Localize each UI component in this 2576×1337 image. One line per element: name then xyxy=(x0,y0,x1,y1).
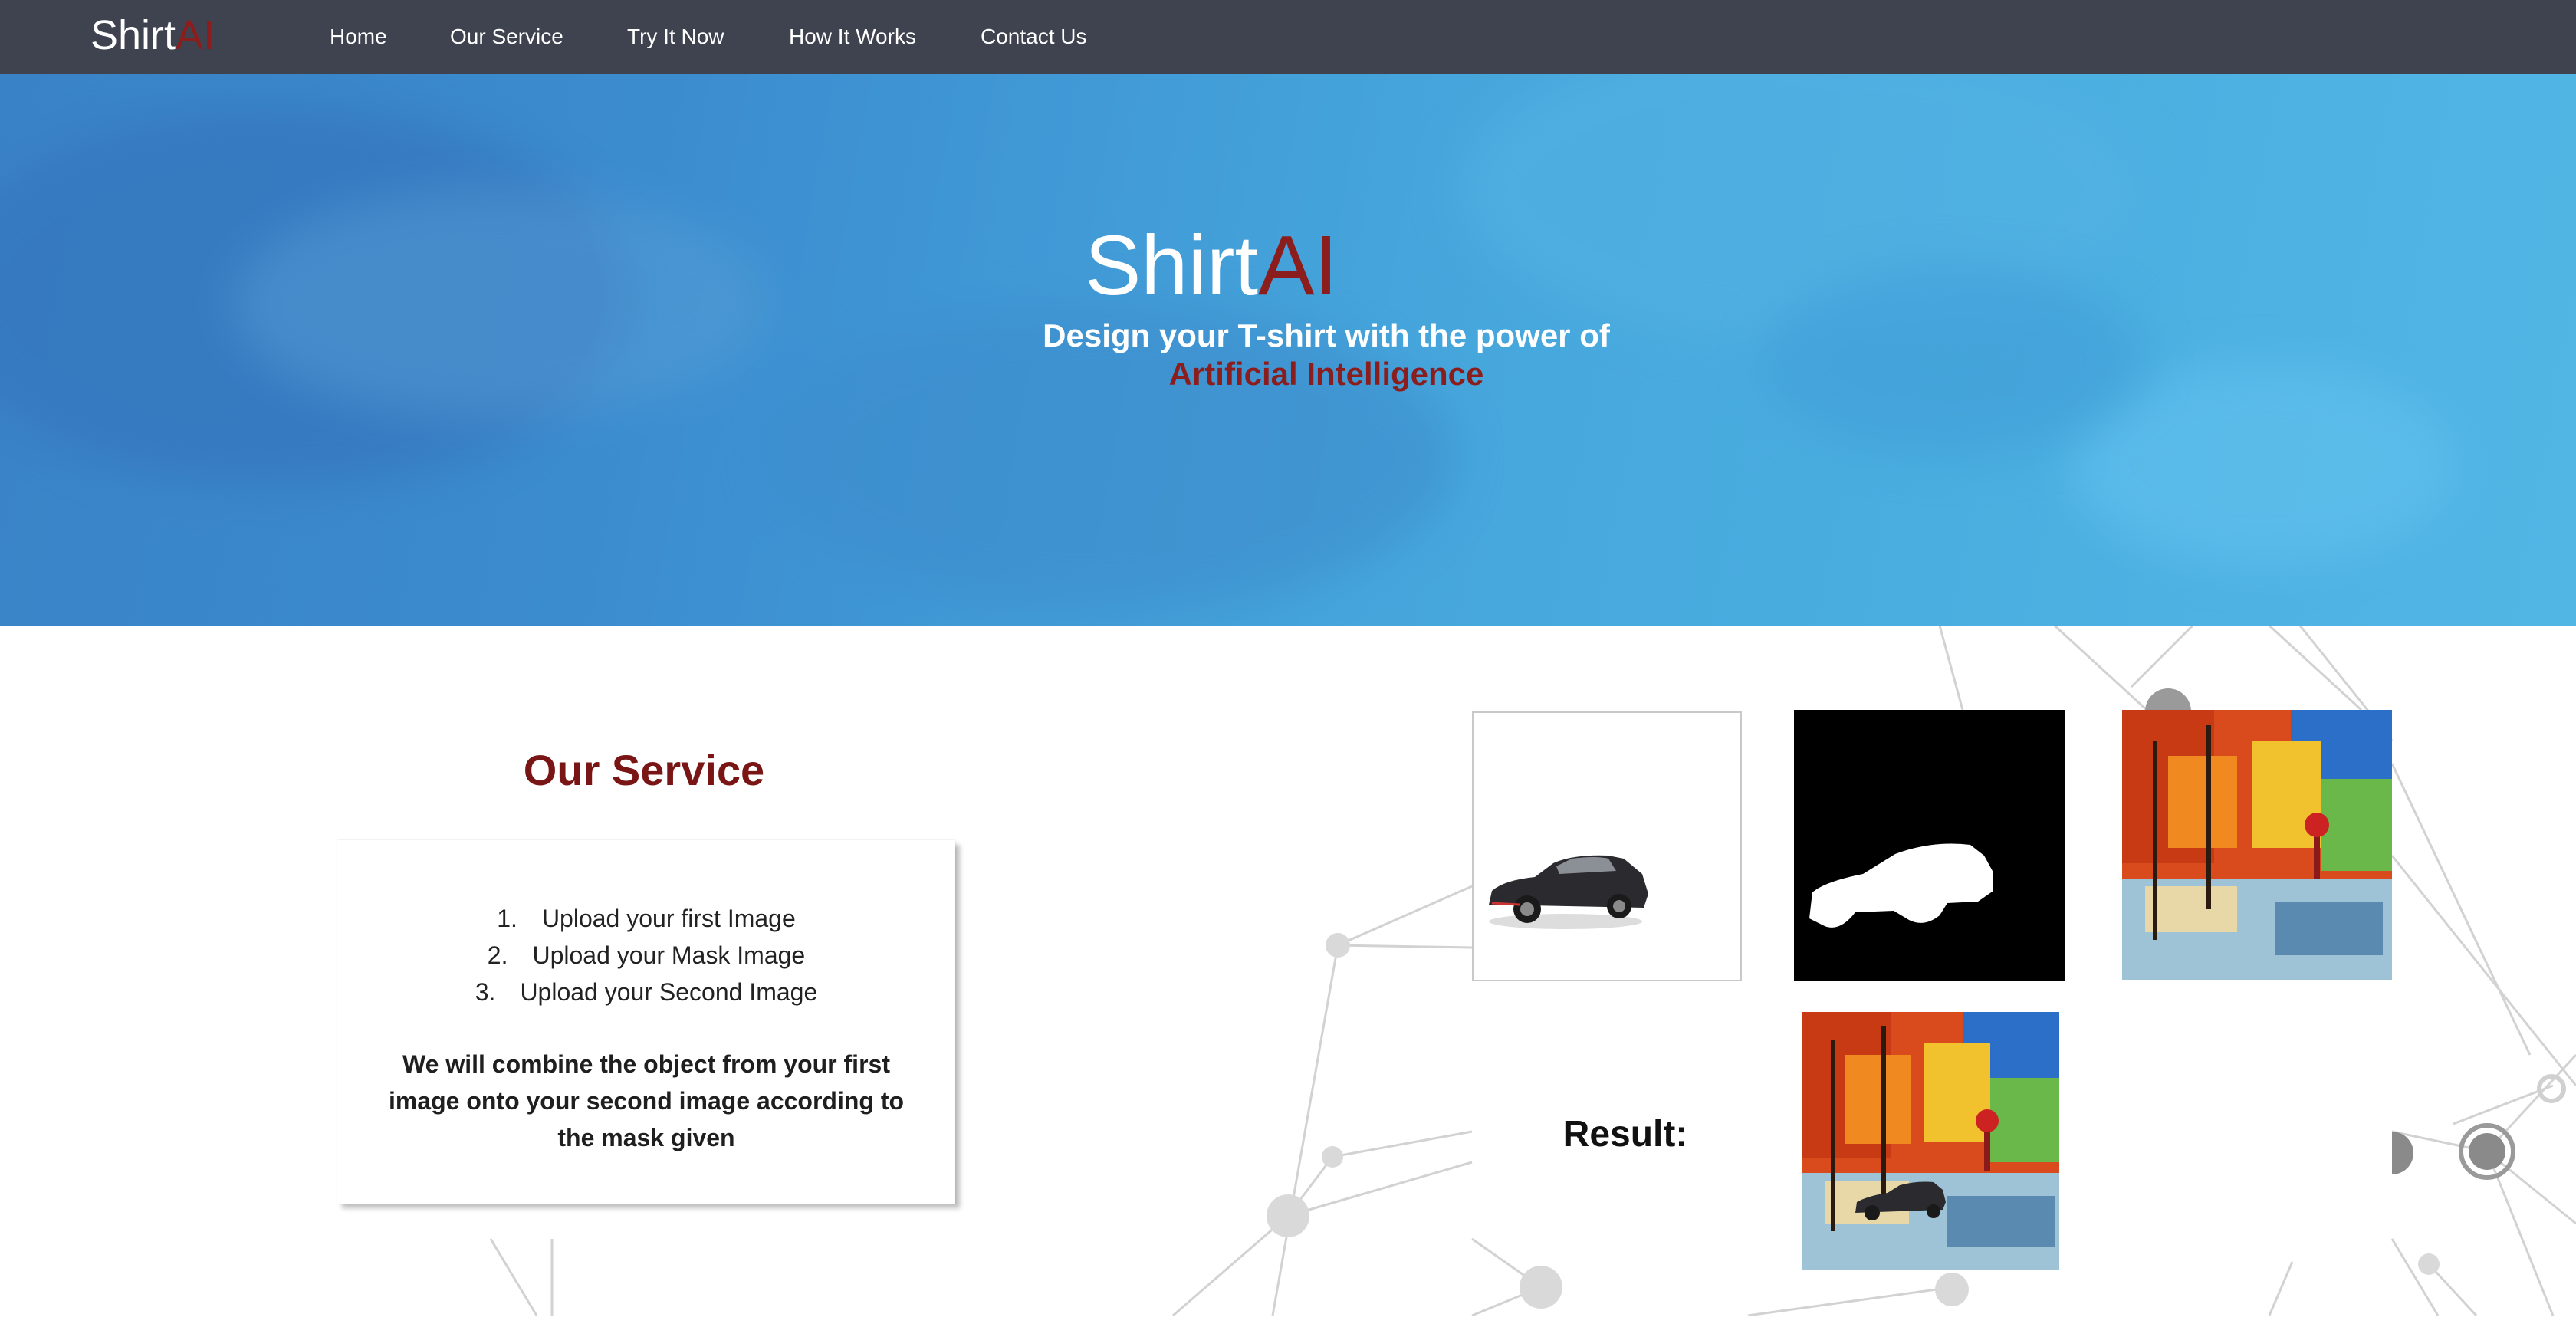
hero-title-main: Shirt xyxy=(1084,218,1259,313)
example-mask-image xyxy=(1794,710,2065,981)
car-mask-image xyxy=(1809,843,1993,928)
step-number: 2. xyxy=(487,941,508,969)
top-navbar: ShirtAI Home Our Service Try It Now How … xyxy=(0,0,2576,74)
result-painting-image xyxy=(1802,1012,2059,1270)
nav-our-service-link[interactable]: Our Service xyxy=(450,21,564,52)
service-steps-list: 1. Upload your first Image 2. Upload your … xyxy=(337,900,955,1010)
brand-main-text: Shirt xyxy=(90,12,176,58)
service-card: 1. Upload your first Image 2. Upload your … xyxy=(337,840,955,1204)
list-item: 1. Upload your first Image xyxy=(337,900,955,937)
painting-image xyxy=(2122,710,2392,980)
service-title: Our Service xyxy=(523,746,765,794)
service-card-panel: 1. Upload your first Image 2. Upload your … xyxy=(337,840,955,1204)
example-first-image xyxy=(1472,711,1742,981)
nav-contact-us-link[interactable]: Contact Us xyxy=(981,21,1087,52)
list-item: 3. Upload your Second Image xyxy=(337,974,955,1010)
hero-title-accent: AI xyxy=(1258,218,1339,313)
car-image xyxy=(1489,855,1648,929)
step-text: Upload your Mask Image xyxy=(532,941,806,969)
step-text: Upload your Second Image xyxy=(520,978,818,1006)
step-number: 1. xyxy=(497,905,518,932)
hero-subtitle-accent: Artificial Intelligence xyxy=(1168,356,1484,392)
step-number: 3. xyxy=(475,978,496,1006)
brand-logo[interactable]: ShirtAI xyxy=(90,11,215,60)
hero-title: ShirtAI xyxy=(0,216,2423,316)
nav-try-it-now-link[interactable]: Try It Now xyxy=(627,21,724,52)
result-label: Result: xyxy=(1562,1114,1688,1155)
nav-how-it-works-link[interactable]: How It Works xyxy=(789,21,916,52)
list-item: 2. Upload your Mask Image xyxy=(337,937,955,974)
example-result-image xyxy=(1802,1012,2059,1270)
hero-subtitle: Design your T-shirt with the power of xyxy=(1043,317,1610,353)
nav-home-link[interactable]: Home xyxy=(330,21,387,52)
our-service-section: Our Service 1. Upload your first Image 2.… xyxy=(0,626,2576,1316)
hero-banner: ShirtAI Design your T-shirt with the pow… xyxy=(0,74,2576,626)
example-second-image xyxy=(2122,710,2392,980)
step-text: Upload your first Image xyxy=(541,905,796,932)
brand-accent-text: AI xyxy=(176,12,215,58)
service-description: We will combine the object from your fir… xyxy=(388,1050,905,1151)
